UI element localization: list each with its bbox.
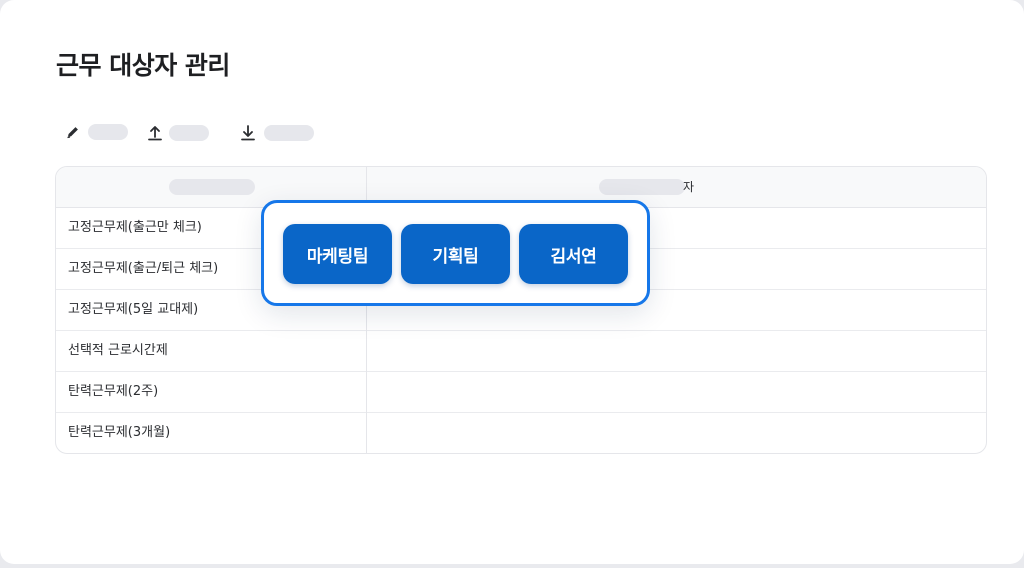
column-header-placeholder [599, 179, 685, 195]
edit-label-placeholder [88, 124, 128, 140]
page-title: 근무 대상자 관리 [56, 51, 230, 80]
option-planning-team[interactable]: 기획팀 [401, 224, 510, 284]
app-window: 근무 대상자 관리 자 고정근무제(출근만 체크) 고정근무제(출근/퇴근 체크… [0, 0, 1024, 564]
upload-button[interactable] [147, 124, 209, 142]
option-person[interactable]: 김서연 [519, 224, 628, 284]
work-type-label: 탄력근무제(2주) [68, 384, 159, 399]
download-label-placeholder [264, 125, 314, 141]
work-type-label: 선택적 근로시간제 [68, 343, 168, 358]
table-row[interactable]: 탄력근무제(2주) [56, 372, 986, 413]
column-header-placeholder [169, 179, 255, 195]
work-type-label: 고정근무제(5일 교대제) [68, 302, 199, 317]
table-row[interactable]: 선택적 근로시간제 [56, 331, 986, 372]
column-header-tail: 자 [683, 180, 695, 194]
option-marketing-team[interactable]: 마케팅팀 [283, 224, 392, 284]
table-row[interactable]: 탄력근무제(3개월) [56, 413, 986, 453]
work-type-label: 탄력근무제(3개월) [68, 425, 171, 440]
work-type-label: 고정근무제(출근/퇴근 체크) [68, 261, 219, 276]
work-type-label: 고정근무제(출근만 체크) [68, 220, 202, 235]
download-button[interactable] [240, 124, 314, 142]
upload-label-placeholder [169, 125, 209, 141]
edit-button[interactable] [66, 124, 128, 140]
upload-icon [147, 124, 163, 142]
download-icon [240, 124, 256, 142]
pencil-icon [66, 125, 80, 139]
assignee-popover: 마케팅팀 기획팀 김서연 [261, 200, 650, 306]
